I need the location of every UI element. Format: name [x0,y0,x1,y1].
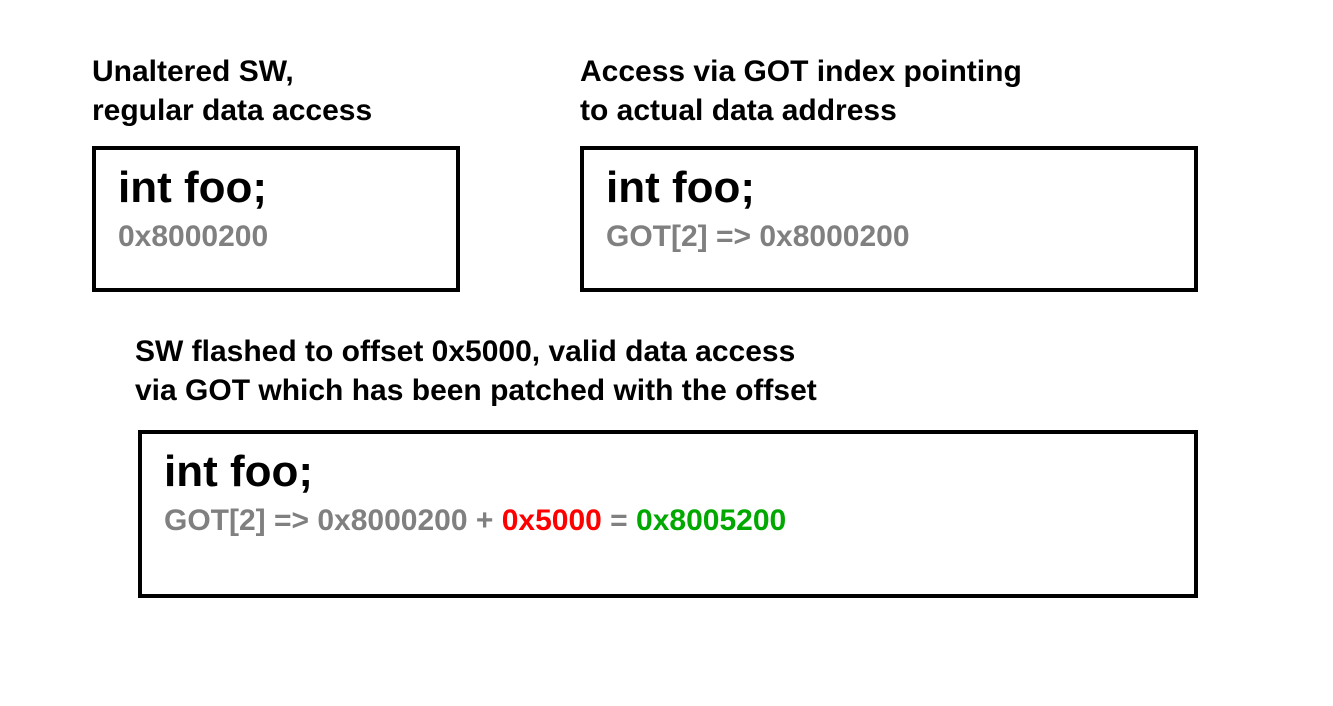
caption-line: Unaltered SW, [92,55,294,88]
code-declaration: int foo; [606,162,1172,215]
caption-line: regular data access [92,94,372,127]
expr-result: 0x8005200 [636,504,786,537]
caption-line: Access via GOT index pointing [580,55,1022,88]
box-got-access: int foo; GOT[2] => 0x8000200 [580,146,1198,292]
expr-equals: = [602,504,636,537]
caption-line: SW flashed to offset 0x5000, valid data … [135,335,795,368]
caption-top-left: Unaltered SW, regular data access [92,52,462,130]
caption-top-right: Access via GOT index pointing to actual … [580,52,1200,130]
expr-prefix: GOT[2] => 0x8000200 + [164,504,502,537]
caption-bottom: SW flashed to offset 0x5000, valid data … [135,332,1195,410]
box-patched: int foo; GOT[2] => 0x8000200 + 0x5000 = … [138,430,1198,598]
expr-offset: 0x5000 [502,504,602,537]
patched-expression: GOT[2] => 0x8000200 + 0x5000 = 0x8005200 [164,503,1172,539]
caption-line: to actual data address [580,94,897,127]
caption-line: via GOT which has been patched with the … [135,374,817,407]
code-declaration: int foo; [164,446,1172,499]
code-declaration: int foo; [118,162,434,215]
box-unaltered: int foo; 0x8000200 [92,146,460,292]
address-value: 0x8000200 [118,219,434,255]
got-expression: GOT[2] => 0x8000200 [606,219,1172,255]
